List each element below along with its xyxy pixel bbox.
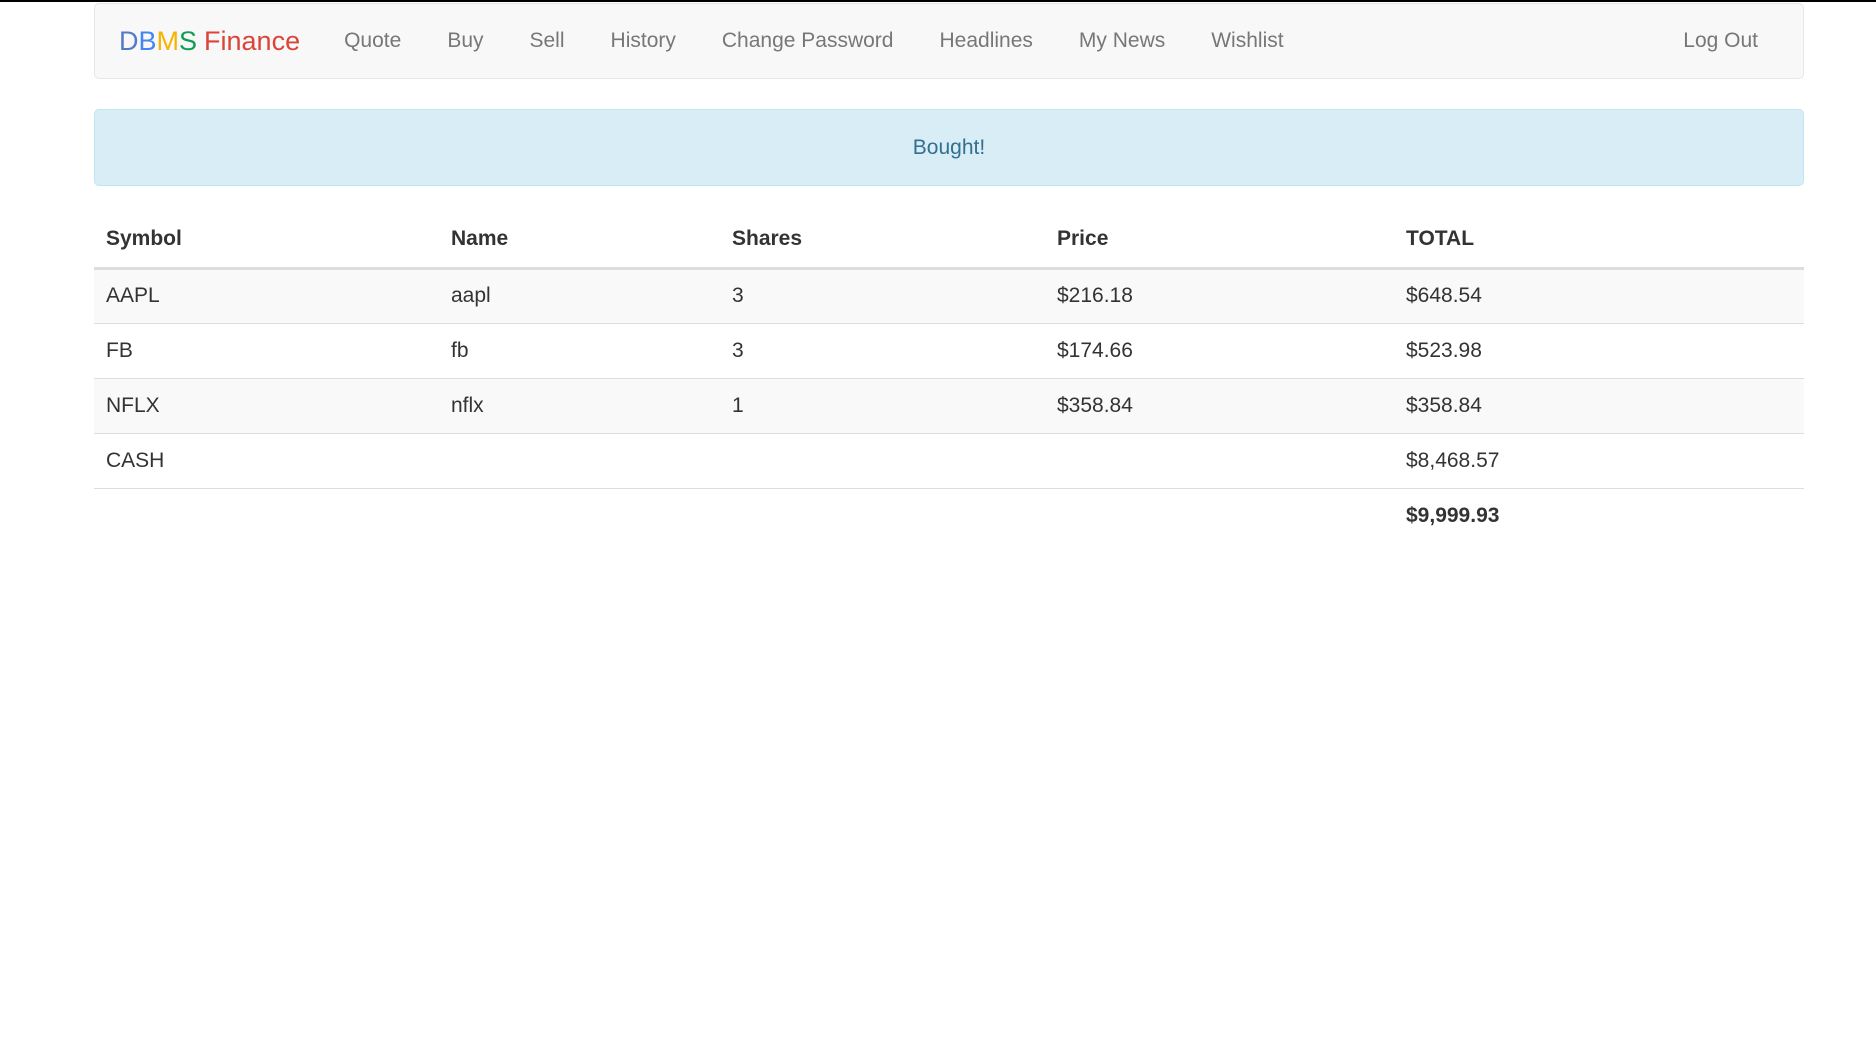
header-price: Price (1045, 212, 1394, 270)
cell-name: nflx (439, 377, 720, 433)
cell-total: $648.54 (1394, 268, 1804, 323)
cell-name: fb (439, 322, 720, 378)
brand-letter-d: D (119, 25, 139, 56)
empty-cell (1045, 432, 1394, 488)
table-header-row: Symbol Name Shares Price TOTAL (94, 212, 1804, 270)
header-name: Name (439, 212, 720, 270)
top-border (0, 0, 1876, 2)
empty-cell (1045, 487, 1394, 543)
empty-cell (94, 487, 439, 543)
page-container: D B M S Finance Quote Buy Sell History C… (94, 3, 1804, 543)
nav-links: Quote Buy Sell History Change Password H… (321, 29, 1306, 53)
alert-message: Bought! (94, 109, 1804, 186)
nav-link-quote[interactable]: Quote (321, 29, 424, 53)
brand-word: Finance (204, 25, 301, 56)
header-total: TOTAL (1394, 212, 1804, 270)
empty-cell (720, 487, 1045, 543)
navbar: D B M S Finance Quote Buy Sell History C… (94, 3, 1804, 79)
cell-symbol: NFLX (94, 377, 439, 433)
brand-logo[interactable]: D B M S Finance (119, 26, 300, 57)
cell-price: $358.84 (1045, 377, 1394, 433)
nav-link-wishlist[interactable]: Wishlist (1188, 29, 1306, 53)
brand-letter-m: M (156, 25, 180, 56)
logout-link[interactable]: Log Out (1683, 4, 1758, 78)
brand-letter-b: B (138, 25, 157, 56)
cell-price: $174.66 (1045, 322, 1394, 378)
cash-row: CASH $8,468.57 (94, 432, 1804, 488)
cell-shares: 3 (720, 322, 1045, 378)
cash-total: $8,468.57 (1394, 432, 1804, 488)
nav-link-sell[interactable]: Sell (507, 29, 588, 53)
header-shares: Shares (720, 212, 1045, 270)
cell-shares: 1 (720, 377, 1045, 433)
empty-cell (439, 487, 720, 543)
empty-cell (439, 432, 720, 488)
nav-link-history[interactable]: History (588, 29, 699, 53)
cell-symbol: FB (94, 322, 439, 378)
grand-total-row: $9,999.93 (94, 487, 1804, 543)
cell-shares: 3 (720, 268, 1045, 323)
cell-price: $216.18 (1045, 268, 1394, 323)
nav-link-my-news[interactable]: My News (1056, 29, 1188, 53)
nav-link-buy[interactable]: Buy (424, 29, 506, 53)
nav-link-headlines[interactable]: Headlines (916, 29, 1055, 53)
cash-label: CASH (94, 432, 439, 488)
cell-total: $523.98 (1394, 322, 1804, 378)
empty-cell (720, 432, 1045, 488)
portfolio-table: Symbol Name Shares Price TOTAL AAPL aapl… (94, 212, 1804, 543)
grand-total: $9,999.93 (1394, 487, 1804, 543)
table-row: FB fb 3 $174.66 $523.98 (94, 322, 1804, 378)
cell-total: $358.84 (1394, 377, 1804, 433)
cell-name: aapl (439, 268, 720, 323)
nav-link-change-password[interactable]: Change Password (699, 29, 917, 53)
table-row: AAPL aapl 3 $216.18 $648.54 (94, 268, 1804, 323)
header-symbol: Symbol (94, 212, 439, 270)
brand-letter-s: S (179, 25, 198, 56)
cell-symbol: AAPL (94, 268, 439, 323)
table-row: NFLX nflx 1 $358.84 $358.84 (94, 377, 1804, 433)
